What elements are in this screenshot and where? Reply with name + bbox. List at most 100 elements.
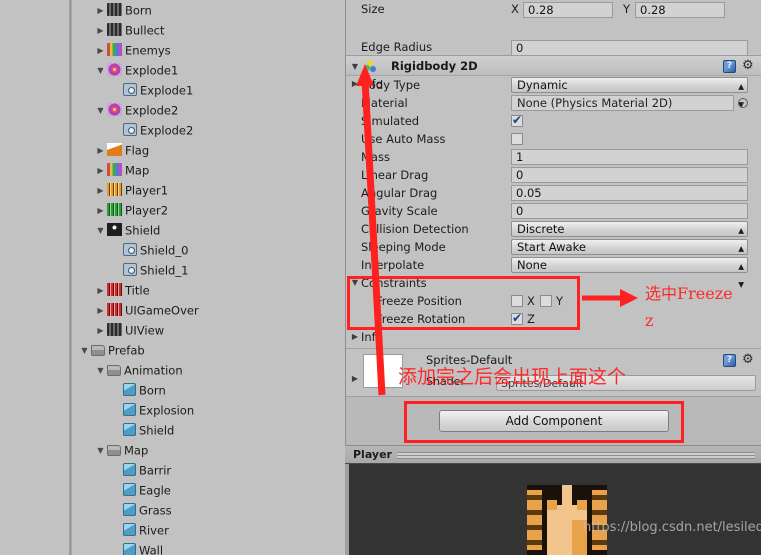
tree-item[interactable]: · Grass xyxy=(72,500,345,520)
rigidbody-info-row[interactable]: ▶ Info xyxy=(346,328,761,346)
property-object-field[interactable]: None (Physics Material 2D) xyxy=(511,95,734,111)
property-input[interactable]: 1 xyxy=(511,149,748,165)
tree-item-label: Shield_0 xyxy=(140,243,189,258)
folder-icon xyxy=(91,345,105,356)
property-dropdown[interactable]: None xyxy=(511,257,748,273)
tree-item[interactable]: · Shield_0 xyxy=(72,240,345,260)
tree-item[interactable]: ▼ Shield xyxy=(72,220,345,240)
tree-item[interactable]: · Born xyxy=(72,380,345,400)
add-component-button[interactable]: Add Component xyxy=(439,410,669,432)
tree-item[interactable]: ▶ Title xyxy=(72,280,345,300)
size-y-input[interactable]: 0.28 xyxy=(635,2,725,18)
property-checkbox[interactable] xyxy=(511,133,523,145)
prefab-icon xyxy=(123,483,136,496)
chevron-down-icon[interactable]: ▼ xyxy=(94,361,107,381)
help-icon[interactable]: ? xyxy=(723,354,736,367)
chevron-right-icon[interactable]: ▶ xyxy=(94,201,107,221)
property-label: Collision Detection xyxy=(361,222,469,236)
tree-item[interactable]: · Barrir xyxy=(72,460,345,480)
property-input[interactable]: 0 xyxy=(511,203,748,219)
tree-item[interactable]: · Wall xyxy=(72,540,345,555)
chevron-down-icon[interactable]: ▼ xyxy=(349,56,361,77)
tree-item[interactable]: ▶ Born xyxy=(72,0,345,20)
chevron-down-icon[interactable]: ▼ xyxy=(78,341,91,361)
gear-icon[interactable]: ⚙ xyxy=(742,59,756,73)
tree-item-label: Born xyxy=(139,383,166,398)
gameobj-icon xyxy=(123,243,137,256)
tree-item[interactable]: ▶ UIGameOver xyxy=(72,300,345,320)
chevron-right-icon[interactable]: ▶ xyxy=(94,321,107,341)
tree-item[interactable]: ▼ Explode2 xyxy=(72,100,345,120)
size-x-input[interactable]: 0.28 xyxy=(523,2,613,18)
size-x-axis-label: X xyxy=(511,2,519,16)
preview-drag-grip[interactable] xyxy=(397,452,755,459)
annotation-freeze-line2: z xyxy=(645,311,654,330)
tree-item[interactable]: · Explode1 xyxy=(72,80,345,100)
property-input[interactable]: 0 xyxy=(511,167,748,183)
tree-item[interactable]: ▼ Animation xyxy=(72,360,345,380)
tree-item-label: River xyxy=(139,523,169,538)
chevron-down-icon[interactable]: ▼ xyxy=(94,221,107,241)
preview-tab-label: Player xyxy=(353,448,392,461)
tree-item[interactable]: ▼ Map xyxy=(72,440,345,460)
freeze-position-y-label: Y xyxy=(556,294,564,308)
freeze-rotation-row: Freeze Rotation Z xyxy=(346,310,761,328)
object-picker-icon[interactable] xyxy=(738,98,748,108)
tree-item[interactable]: ▶ Bullect xyxy=(72,20,345,40)
chevron-right-icon[interactable]: ▶ xyxy=(94,141,107,161)
property-dropdown[interactable]: Dynamic xyxy=(511,77,748,93)
tree-item[interactable]: ▶ Map xyxy=(72,160,345,180)
tree-item[interactable]: ▼ Explode1 xyxy=(72,60,345,80)
preview-tab-bar[interactable]: Player xyxy=(345,445,761,464)
property-dropdown[interactable]: Discrete xyxy=(511,221,748,237)
sprite-dark-icon xyxy=(107,323,122,336)
property-checkbox[interactable] xyxy=(511,113,523,127)
chevron-right-icon[interactable]: ▶ xyxy=(94,1,107,21)
help-icon[interactable]: ? xyxy=(723,60,736,73)
tree-item[interactable]: · River xyxy=(72,520,345,540)
tree-item[interactable]: · Shield_1 xyxy=(72,260,345,280)
property-input[interactable]: 0.05 xyxy=(511,185,748,201)
tree-item[interactable]: · Eagle xyxy=(72,480,345,500)
tree-spacer: · xyxy=(110,121,123,141)
edge-radius-input[interactable]: 0 xyxy=(511,40,748,56)
property-row: Sleeping ModeStart Awake▴▾ xyxy=(346,238,761,273)
tree-item[interactable]: · Explode2 xyxy=(72,120,345,140)
rigidbody-info-label: Info xyxy=(361,330,383,344)
tree-spacer: · xyxy=(110,541,123,555)
prefab-icon xyxy=(123,463,136,476)
folder-icon xyxy=(107,445,121,456)
chevron-right-icon[interactable]: ▶ xyxy=(94,41,107,61)
chevron-down-icon[interactable]: ▼ xyxy=(94,441,107,461)
chevron-down-icon[interactable]: ▼ xyxy=(349,274,361,292)
tree-item-label: Explode2 xyxy=(140,123,194,138)
project-hierarchy-tree[interactable]: ▶Born▶Bullect▶Enemys▼Explode1·Explode1▼E… xyxy=(72,0,345,555)
rigidbody2d-component-header[interactable]: ▼ Rigidbody 2D ? ⚙ xyxy=(346,55,761,76)
tree-item[interactable]: ▶ Player2 xyxy=(72,200,345,220)
size-label: Size xyxy=(361,2,385,16)
chevron-right-icon[interactable]: ▶ xyxy=(94,21,107,41)
chevron-down-icon[interactable]: ▼ xyxy=(94,101,107,121)
tree-item-label: Explode1 xyxy=(140,83,194,98)
chevron-down-icon[interactable]: ▼ xyxy=(94,61,107,81)
tree-item[interactable]: ▶ Flag xyxy=(72,140,345,160)
property-dropdown[interactable]: Start Awake xyxy=(511,239,748,255)
chevron-right-icon[interactable]: ▶ xyxy=(94,181,107,201)
tree-item[interactable]: ▶ Enemys xyxy=(72,40,345,60)
freeze-rotation-z-checkbox[interactable] xyxy=(511,311,523,325)
chevron-right-icon[interactable]: ▶ xyxy=(94,161,107,181)
tree-item[interactable]: · Shield xyxy=(72,420,345,440)
chevron-right-icon[interactable]: ▶ xyxy=(349,371,361,387)
property-row: Use Auto Mass xyxy=(346,130,761,148)
tree-item-label: Map xyxy=(125,163,150,178)
chevron-right-icon[interactable]: ▶ xyxy=(94,301,107,321)
freeze-position-x-checkbox[interactable] xyxy=(511,295,523,307)
tree-item[interactable]: · Explosion xyxy=(72,400,345,420)
freeze-position-y-checkbox[interactable] xyxy=(540,295,552,307)
gear-icon[interactable]: ⚙ xyxy=(742,353,756,367)
chevron-right-icon[interactable]: ▶ xyxy=(349,328,361,346)
tree-item[interactable]: ▼ Prefab xyxy=(72,340,345,360)
tree-item[interactable]: ▶ UIView xyxy=(72,320,345,340)
tree-item[interactable]: ▶ Player1 xyxy=(72,180,345,200)
chevron-right-icon[interactable]: ▶ xyxy=(94,281,107,301)
